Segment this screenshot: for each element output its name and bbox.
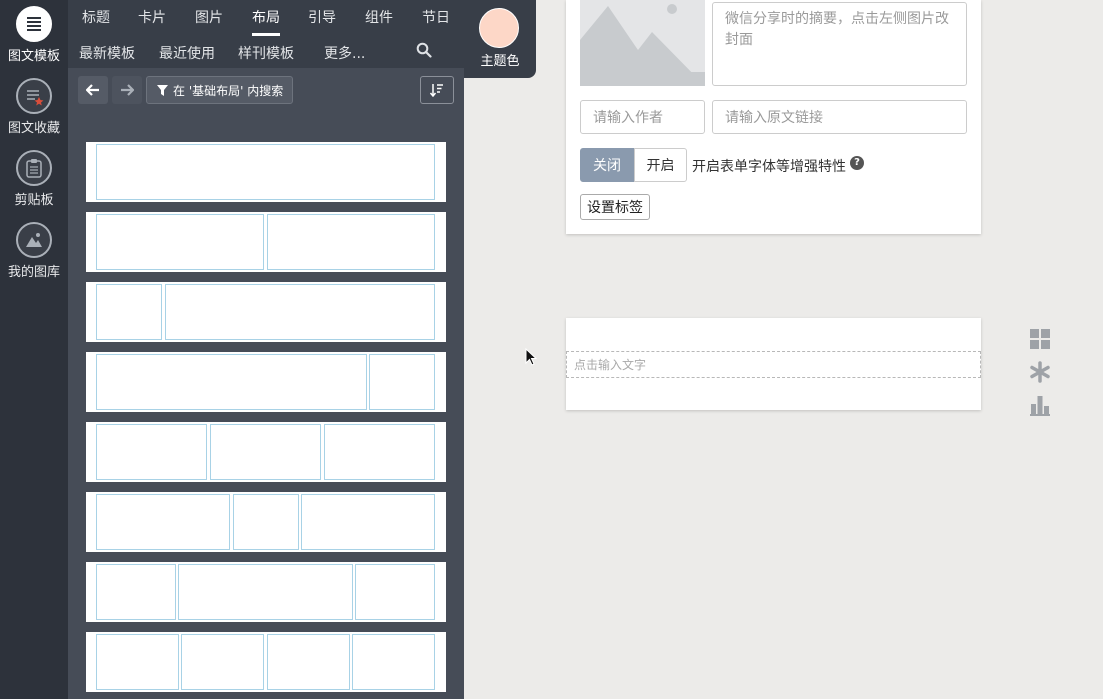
subtab-recent[interactable]: 最近使用 xyxy=(159,43,215,63)
arrow-right-icon xyxy=(121,84,134,96)
rail-item-label: 图文模板 xyxy=(7,49,60,64)
tab-image[interactable]: 图片 xyxy=(195,7,223,27)
sort-icon xyxy=(430,84,443,97)
source-link-input[interactable]: 请输入原文链接 xyxy=(712,100,967,134)
layout-cell xyxy=(355,564,435,620)
tab-component[interactable]: 组件 xyxy=(365,7,393,27)
rail-item-gallery[interactable]: 我的图库 xyxy=(0,222,68,280)
tab-title[interactable]: 标题 xyxy=(82,7,110,27)
layout-cell xyxy=(96,354,367,410)
layout-list-panel: 在 '基础布局' 内搜索 xyxy=(68,68,464,699)
clipboard-icon xyxy=(16,150,52,186)
rail-item-label: 图文收藏 xyxy=(7,121,60,136)
layout-cell xyxy=(324,424,435,480)
author-input[interactable]: 请输入作者 xyxy=(580,100,705,134)
layout-cell xyxy=(96,564,176,620)
asterisk-icon[interactable] xyxy=(1029,361,1051,383)
rail-item-favorites[interactable]: 图文收藏 xyxy=(0,78,68,136)
tab-guide[interactable]: 引导 xyxy=(308,7,336,27)
layout-cell xyxy=(267,214,435,270)
filter-icon xyxy=(157,84,168,96)
layout-cell xyxy=(267,634,350,690)
layout-option-three-equal[interactable] xyxy=(86,422,446,482)
theme-color-swatch[interactable] xyxy=(479,8,519,48)
summary-textarea[interactable]: 微信分享时的摘要，点击左侧图片改封面 xyxy=(712,2,967,86)
mouse-cursor-icon xyxy=(525,347,538,366)
enhance-label: 开启表单字体等增强特性 xyxy=(692,159,846,175)
layout-option-four-equal[interactable] xyxy=(86,632,446,692)
rail-item-label: 剪贴板 xyxy=(14,193,54,208)
arrow-left-icon xyxy=(86,84,99,96)
tab-festival[interactable]: 节日 xyxy=(422,7,450,27)
layout-option-narrow-wide[interactable] xyxy=(86,282,446,342)
image-placeholder-icon xyxy=(580,4,705,86)
layout-cell xyxy=(96,214,264,270)
layout-option-two-equal[interactable] xyxy=(86,212,446,272)
article-settings-card: 微信分享时的摘要，点击左侧图片改封面 请输入作者 请输入原文链接 关闭 开启 开… xyxy=(566,0,981,234)
subtab-sample[interactable]: 样刊模板 xyxy=(238,43,294,63)
help-icon[interactable]: ? xyxy=(850,156,864,170)
theme-color-picker: 主题色 xyxy=(464,0,536,78)
layout-cell xyxy=(96,634,179,690)
cover-image-placeholder[interactable] xyxy=(580,0,705,86)
layout-option-wide-narrow[interactable] xyxy=(86,352,446,412)
gallery-icon xyxy=(16,222,52,258)
layout-cell xyxy=(96,144,435,200)
search-icon[interactable] xyxy=(416,42,434,60)
layout-option-mid-narrow-three[interactable] xyxy=(86,492,446,552)
grid-icon[interactable] xyxy=(1029,328,1051,350)
enhance-toggle: 关闭 开启 xyxy=(580,148,687,182)
toggle-off-button[interactable]: 关闭 xyxy=(580,148,634,182)
bar-chart-icon[interactable] xyxy=(1029,394,1051,416)
rail-item-templates[interactable]: 图文模板 xyxy=(0,6,68,64)
sort-button[interactable] xyxy=(420,76,454,104)
left-rail: 图文模板 图文收藏 剪贴板 我的图库 xyxy=(0,0,68,699)
set-tags-button[interactable]: 设置标签 xyxy=(580,194,650,220)
layout-option-mid-wide-three[interactable] xyxy=(86,562,446,622)
layout-cell xyxy=(369,354,435,410)
subtab-latest[interactable]: 最新模板 xyxy=(79,43,135,63)
layout-option-one-column[interactable] xyxy=(86,142,446,202)
content-block: 点击输入文字 xyxy=(566,318,981,410)
layout-cell xyxy=(96,494,230,550)
layout-cell xyxy=(96,284,162,340)
layout-cell xyxy=(181,634,264,690)
rail-item-label: 我的图库 xyxy=(7,265,60,280)
filter-label: 在 '基础布局' 内搜索 xyxy=(173,83,284,98)
category-tabs-panel: 标题 卡片 图片 布局 引导 组件 节日 最新模板 最近使用 样刊模板 更多..… xyxy=(68,0,464,68)
back-button[interactable] xyxy=(78,76,108,104)
layout-cell xyxy=(301,494,435,550)
layout-cell xyxy=(352,634,435,690)
layout-cell xyxy=(233,494,299,550)
forward-button[interactable] xyxy=(112,76,142,104)
text-input-area[interactable]: 点击输入文字 xyxy=(566,351,981,378)
filter-search-button[interactable]: 在 '基础布局' 内搜索 xyxy=(146,76,293,104)
theme-color-label: 主题色 xyxy=(480,54,520,69)
template-list-icon xyxy=(16,6,52,42)
tab-card[interactable]: 卡片 xyxy=(138,7,166,27)
rail-item-clipboard[interactable]: 剪贴板 xyxy=(0,150,68,208)
tab-layout[interactable]: 布局 xyxy=(252,7,280,36)
layout-cell xyxy=(165,284,435,340)
favorites-icon xyxy=(16,78,52,114)
subtab-more[interactable]: 更多... xyxy=(324,43,365,63)
layout-cell xyxy=(178,564,353,620)
layout-cell xyxy=(96,424,207,480)
toggle-on-button[interactable]: 开启 xyxy=(634,148,687,182)
layout-cell xyxy=(210,424,321,480)
